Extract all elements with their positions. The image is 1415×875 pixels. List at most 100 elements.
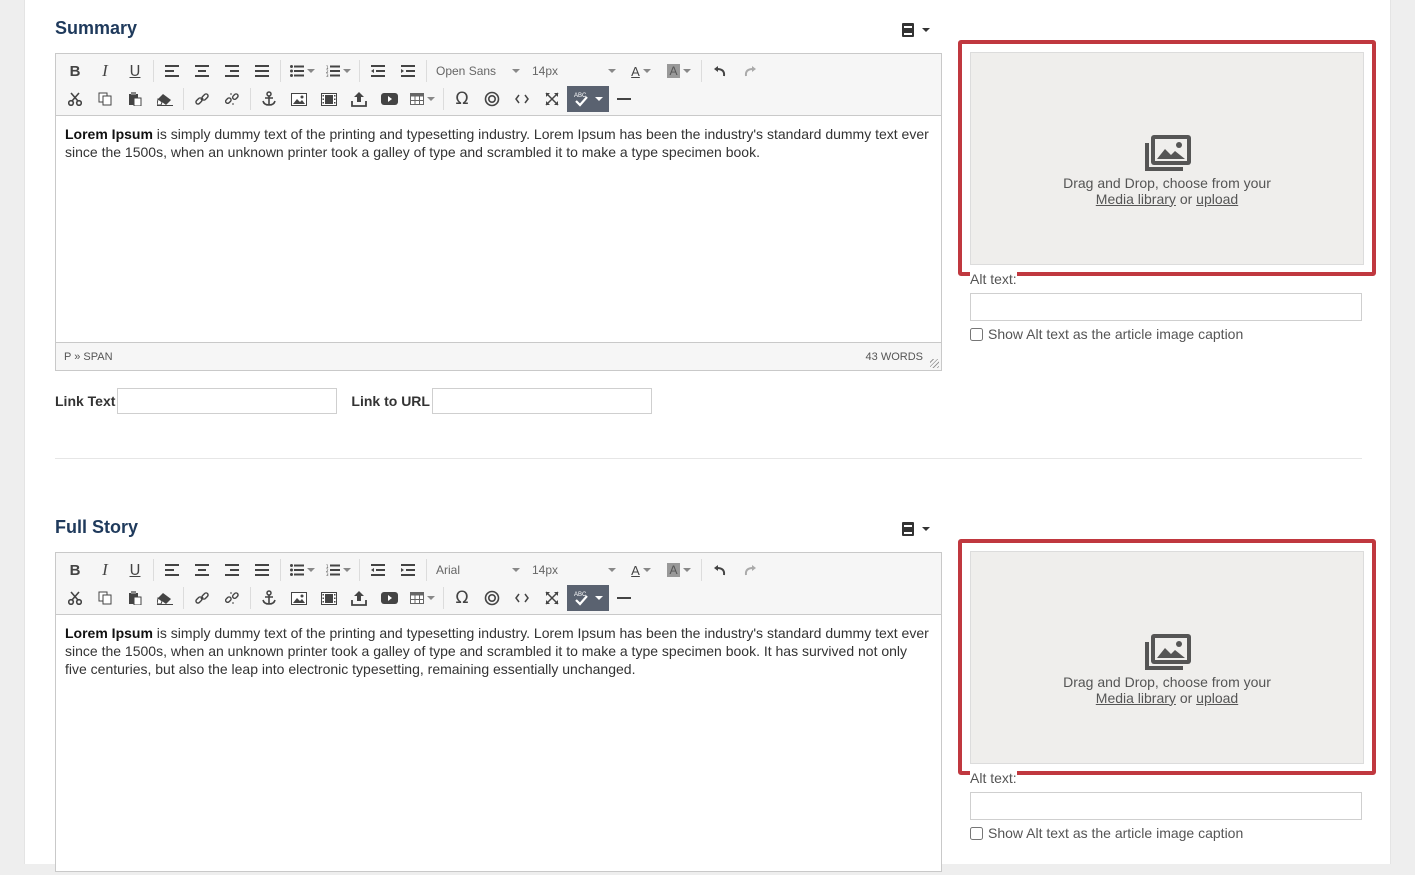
caption-checkbox[interactable] (970, 826, 983, 840)
align-center-icon[interactable] (187, 58, 217, 84)
image-icon[interactable] (284, 585, 314, 611)
align-right-icon[interactable] (217, 58, 247, 84)
italic-icon[interactable]: I (90, 58, 120, 84)
bulleted-list-icon[interactable] (284, 58, 320, 84)
target-icon[interactable] (477, 585, 507, 611)
resize-handle[interactable] (930, 359, 939, 368)
table-icon[interactable] (404, 585, 440, 611)
video-icon[interactable] (314, 86, 344, 112)
drop-text: Drag and Drop, choose from your (1063, 174, 1271, 191)
anchor-icon[interactable] (254, 585, 284, 611)
code-icon[interactable] (507, 585, 537, 611)
cut-icon[interactable] (60, 585, 90, 611)
link-icon[interactable] (187, 585, 217, 611)
media-library-link[interactable]: Media library (1096, 690, 1176, 706)
paste-icon[interactable] (120, 86, 150, 112)
image-dropzone[interactable]: Drag and Drop, choose from your Media li… (970, 551, 1364, 764)
upload-icon[interactable] (344, 86, 374, 112)
align-right-icon[interactable] (217, 557, 247, 583)
font-family-select[interactable]: Open Sans (430, 58, 526, 84)
italic-icon[interactable]: I (90, 557, 120, 583)
chevron-down-icon (922, 28, 930, 32)
caption-checkbox[interactable] (970, 327, 983, 341)
fullscreen-icon[interactable] (537, 86, 567, 112)
background-color-icon[interactable]: A (660, 58, 698, 84)
numbered-list-icon[interactable]: 123 (320, 557, 356, 583)
font-size-select[interactable]: 14px (526, 557, 622, 583)
anchor-icon[interactable] (254, 86, 284, 112)
caption-checkbox-row[interactable]: Show Alt text as the article image capti… (970, 825, 1243, 841)
font-family-select[interactable]: Arial (430, 557, 526, 583)
horizontal-rule-icon[interactable] (609, 86, 639, 112)
youtube-icon[interactable] (374, 86, 404, 112)
bold-icon[interactable]: B (60, 58, 90, 84)
spellcheck-icon[interactable]: ABC (567, 585, 609, 611)
fullscreen-icon[interactable] (537, 585, 567, 611)
unlink-icon[interactable] (217, 585, 247, 611)
indent-icon[interactable] (393, 58, 423, 84)
separator (183, 587, 184, 609)
align-left-icon[interactable] (157, 557, 187, 583)
target-icon[interactable] (477, 86, 507, 112)
video-icon[interactable] (314, 585, 344, 611)
table-icon[interactable] (404, 86, 440, 112)
section-divider (55, 458, 1362, 459)
cut-icon[interactable] (60, 86, 90, 112)
paste-icon[interactable] (120, 585, 150, 611)
upload-icon[interactable] (344, 585, 374, 611)
bold-icon[interactable]: B (60, 557, 90, 583)
copy-icon[interactable] (90, 585, 120, 611)
redo-icon[interactable] (735, 58, 765, 84)
undo-icon[interactable] (705, 557, 735, 583)
text-color-icon[interactable]: A (622, 58, 660, 84)
media-library-link[interactable]: Media library (1096, 191, 1176, 207)
caption-checkbox-row[interactable]: Show Alt text as the article image capti… (970, 326, 1243, 342)
upload-link[interactable]: upload (1196, 690, 1238, 706)
numbered-list-icon[interactable]: 123 (320, 58, 356, 84)
outdent-icon[interactable] (363, 557, 393, 583)
link-icon[interactable] (187, 86, 217, 112)
link-url-input[interactable] (431, 388, 652, 414)
image-icon[interactable] (284, 86, 314, 112)
alt-text-input[interactable] (970, 293, 1362, 321)
align-justify-icon[interactable] (247, 58, 277, 84)
link-text-input[interactable] (117, 388, 338, 414)
full-story-editor: B I U 123 Arial 14px A A Ω ABC Lorem Ips… (55, 552, 942, 872)
indent-icon[interactable] (393, 557, 423, 583)
align-left-icon[interactable] (157, 58, 187, 84)
background-color-icon[interactable]: A (660, 557, 698, 583)
omega-icon[interactable]: Ω (447, 585, 477, 611)
redo-icon[interactable] (735, 557, 765, 583)
undo-icon[interactable] (705, 58, 735, 84)
eraser-icon[interactable] (150, 86, 180, 112)
youtube-icon[interactable] (374, 585, 404, 611)
upload-link[interactable]: upload (1196, 191, 1238, 207)
editor-content[interactable]: Lorem Ipsum is simply dummy text of the … (56, 116, 941, 342)
code-icon[interactable] (507, 86, 537, 112)
link-url-label: Link to URL (351, 393, 430, 409)
spellcheck-icon[interactable]: ABC (567, 86, 609, 112)
copy-icon[interactable] (90, 86, 120, 112)
horizontal-rule-icon[interactable] (609, 585, 639, 611)
underline-icon[interactable]: U (120, 58, 150, 84)
align-justify-icon[interactable] (247, 557, 277, 583)
outdent-icon[interactable] (363, 58, 393, 84)
align-center-icon[interactable] (187, 557, 217, 583)
alt-text-input[interactable] (970, 792, 1362, 820)
text-color-icon[interactable]: A (622, 557, 660, 583)
svg-text:3: 3 (326, 73, 329, 77)
eraser-icon[interactable] (150, 585, 180, 611)
omega-icon[interactable]: Ω (447, 86, 477, 112)
bulleted-list-icon[interactable] (284, 557, 320, 583)
font-size-select[interactable]: 14px (526, 58, 622, 84)
separator (701, 559, 702, 581)
unlink-icon[interactable] (217, 86, 247, 112)
underline-icon[interactable]: U (120, 557, 150, 583)
editor-content[interactable]: Lorem Ipsum is simply dummy text of the … (56, 615, 941, 875)
template-dropdown[interactable] (901, 519, 935, 539)
image-dropzone[interactable]: Drag and Drop, choose from your Media li… (970, 52, 1364, 265)
separator (426, 559, 427, 581)
book-icon (902, 522, 914, 536)
images-icon (1145, 134, 1191, 171)
template-dropdown[interactable] (901, 20, 935, 40)
